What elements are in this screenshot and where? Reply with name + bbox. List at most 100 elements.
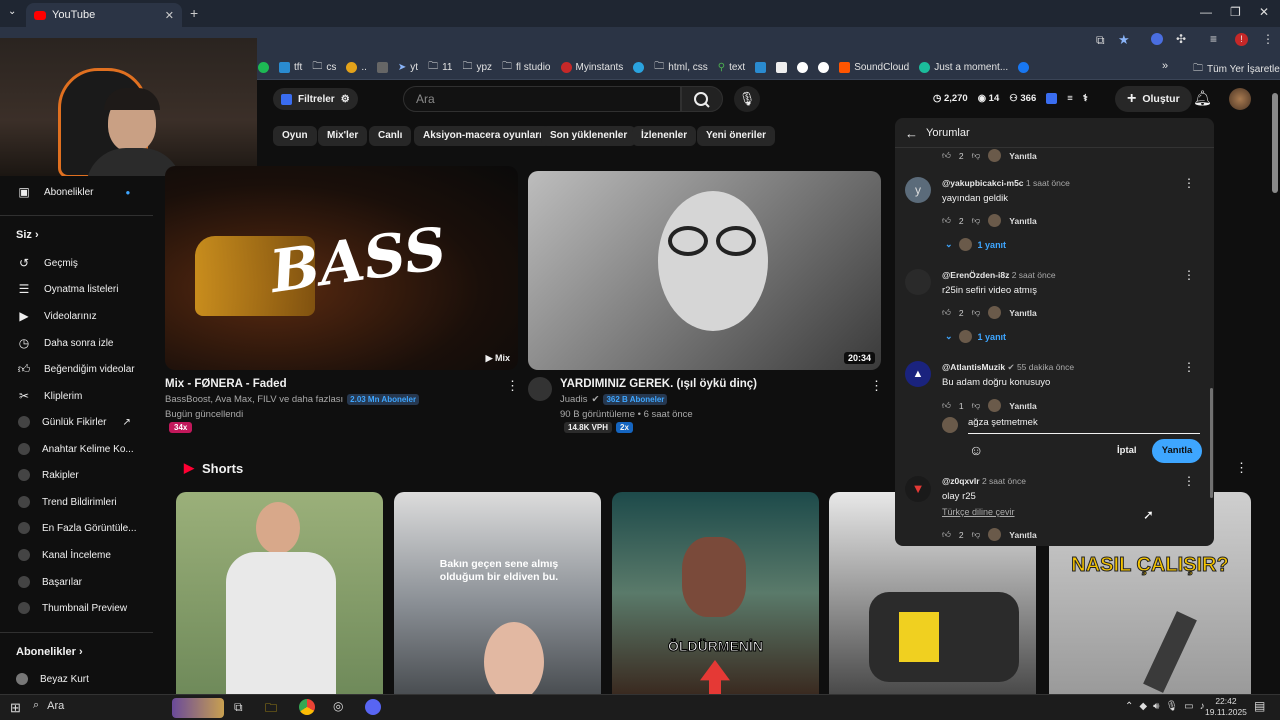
dislike-icon[interactable]: 👎︎	[972, 215, 981, 226]
bookmark-item[interactable]: ➤ yt	[398, 62, 418, 73]
extension-icon[interactable]	[1151, 33, 1163, 45]
show-replies[interactable]: ⌄ 1 yanıt	[945, 330, 1006, 343]
search-button[interactable]	[681, 86, 723, 112]
show-replies[interactable]: ⌄ 1 yanıt	[945, 238, 1006, 251]
chip-aksiyon[interactable]: Aksiyon-macera oyunları	[414, 126, 551, 146]
like-icon[interactable]: 👍︎	[942, 307, 951, 318]
notifications-bell-icon[interactable]: 🔔︎	[1193, 89, 1212, 107]
speaker-icon[interactable]: ♪	[1200, 701, 1205, 712]
chip-oyun[interactable]: Oyun	[273, 126, 317, 146]
reply-button[interactable]: Yanıtla	[1009, 151, 1036, 161]
comment-author[interactable]: @ErenÖzden-i8z 2 saat önce	[942, 270, 1056, 280]
sidebar-item-your-videos[interactable]: ▶ Videolarınız	[16, 309, 96, 323]
search-input[interactable]: Ara	[403, 86, 681, 112]
sidebar-ext-item[interactable]: Başarılar	[18, 576, 82, 588]
list-icon[interactable]: ≡	[1067, 93, 1073, 104]
reply-button[interactable]: Yanıtla	[1009, 308, 1036, 318]
sidebar-ext-item[interactable]: Thumbnail Preview	[18, 602, 127, 614]
clock[interactable]: 22:42 19.11.2025	[1205, 696, 1247, 718]
channel-name[interactable]: BassBoost, Ava Max, FILV ve daha fazlası	[165, 394, 343, 405]
subscription-channel[interactable]: Beyaz Kurt	[16, 673, 89, 685]
panel-scrollbar[interactable]	[1210, 388, 1213, 498]
network-icon[interactable]: ▭	[1184, 701, 1193, 712]
chip-mixler[interactable]: Mix'ler	[318, 126, 368, 146]
media-control-icon[interactable]: ≡	[1210, 32, 1217, 46]
comment-menu-icon[interactable]: ⋮	[1183, 474, 1195, 488]
bookmark-item[interactable]: ..	[346, 61, 367, 73]
like-icon[interactable]: 👍︎	[942, 529, 951, 540]
browser-tab[interactable]: YouTube ✕	[26, 3, 182, 27]
bookmark-item[interactable]	[755, 61, 767, 73]
profile-icon[interactable]: !	[1235, 33, 1248, 46]
bookmark-item[interactable]: Just a moment...	[919, 61, 1008, 73]
comment-menu-icon[interactable]: ⋮	[1183, 176, 1195, 190]
sidebar-item-history[interactable]: ↺ Geçmiş	[16, 256, 78, 270]
chrome-icon[interactable]	[299, 699, 315, 715]
chip-canli[interactable]: Canlı	[369, 126, 412, 146]
short-card[interactable]: Bakın geçen sene almış olduğum bir eldiv…	[394, 492, 601, 694]
new-tab-icon[interactable]: +	[190, 5, 198, 21]
dislike-icon[interactable]: 👎︎	[972, 307, 981, 318]
sidebar-item-subscriptions[interactable]: ▣ Abonelikler ●	[16, 185, 130, 199]
tray-app-icon[interactable]: ◆	[1139, 701, 1147, 712]
translate-link[interactable]: Türkçe diline çevir	[942, 507, 1015, 517]
tray-overflow-icon[interactable]: ⌃	[1125, 701, 1133, 712]
bookmark-item[interactable]: Myinstants	[560, 61, 623, 73]
video-thumbnail[interactable]: BASS ▶ Mix	[165, 166, 518, 370]
widgets-icon[interactable]	[172, 698, 224, 718]
channel-name[interactable]: Juadis	[560, 394, 587, 405]
sidebar-item-clips[interactable]: ✂ Kliplerim	[16, 389, 82, 403]
chip-yeni-oneriler[interactable]: Yeni öneriler	[697, 126, 776, 146]
window-close-icon[interactable]: ✕	[1259, 5, 1269, 19]
chip-izlenenler[interactable]: İzlenenler	[632, 126, 697, 146]
bookmark-item[interactable]: 🗀 cs	[312, 59, 336, 76]
page-scrollbar[interactable]	[1272, 93, 1278, 193]
channel-avatar[interactable]	[528, 377, 552, 401]
sidebar-item-liked[interactable]: 👍︎ Beğendiğim videolar	[16, 362, 135, 376]
comment-author[interactable]: @yakupbicakci-m5c 1 saat önce	[942, 178, 1070, 188]
discord-icon[interactable]	[365, 699, 381, 715]
notification-icon[interactable]: ▤	[1254, 699, 1265, 713]
you-section-header[interactable]: Siz ›	[16, 229, 39, 241]
comment-author[interactable]: @z0qxvlr 2 saat önce	[942, 476, 1026, 486]
task-view-icon[interactable]: ⧉	[234, 700, 243, 715]
taskbar-search[interactable]: ⌕ Ara	[33, 699, 64, 712]
tab-close-icon[interactable]: ✕	[165, 9, 174, 22]
volume-icon[interactable]: 🔊︎	[1153, 701, 1159, 712]
sidebar-ext-item[interactable]: Günlük Fikirler ↗	[18, 416, 131, 428]
more-options-icon[interactable]: ⋮	[506, 378, 519, 394]
dislike-icon[interactable]: 👎︎	[972, 529, 981, 540]
bookmark-item[interactable]: ⚲ text	[718, 62, 745, 73]
filters-button[interactable]: Filtreler ⚙	[273, 88, 358, 110]
voice-search-button[interactable]: 🎙	[734, 86, 760, 112]
video-title[interactable]: Mix - FØNERA - Faded	[165, 378, 287, 390]
reply-button[interactable]: Yanıtla	[1009, 216, 1036, 226]
shorts-more-icon[interactable]: ⋮	[1235, 460, 1248, 476]
short-card[interactable]: ÖLDÜRMENİN	[612, 492, 819, 694]
like-icon[interactable]: 👍︎	[942, 215, 951, 226]
tab-list-icon[interactable]: ⌄	[8, 6, 16, 17]
commenter-avatar[interactable]: ▲	[905, 361, 931, 387]
bookmark-item[interactable]: SoundCloud	[839, 61, 909, 73]
bookmark-item[interactable]	[376, 61, 388, 73]
reply-button[interactable]: Yanıtla	[1009, 530, 1036, 540]
comment-menu-icon[interactable]: ⋮	[1183, 360, 1195, 374]
file-explorer-icon[interactable]: 🗀	[265, 699, 277, 720]
comment-author[interactable]: @AtlantisMuzik ✔ 55 dakika önce	[942, 362, 1074, 373]
reply-button[interactable]: Yanıtla	[1009, 401, 1036, 411]
subscriptions-section-header[interactable]: Abonelikler ›	[16, 646, 83, 658]
reply-input[interactable]: ağza şetmetmek	[968, 416, 1200, 434]
bookmarks-overflow-icon[interactable]: »	[1162, 60, 1168, 72]
short-card[interactable]	[176, 492, 383, 694]
comment-menu-icon[interactable]: ⋮	[1183, 268, 1195, 282]
bookmark-item[interactable]	[258, 61, 269, 73]
dislike-icon[interactable]: 👎︎	[972, 150, 981, 161]
commenter-avatar[interactable]	[905, 269, 931, 295]
bookmark-item[interactable]: 🗀 11	[428, 59, 452, 76]
more-options-icon[interactable]: ⋮	[870, 378, 883, 394]
video-thumbnail[interactable]: 20:34	[528, 171, 881, 370]
back-arrow-icon[interactable]: ←	[905, 126, 918, 141]
sidebar-ext-item[interactable]: Kanal İnceleme	[18, 549, 111, 561]
emoji-icon[interactable]: ☺	[969, 442, 983, 458]
dislike-icon[interactable]: 👎︎	[972, 400, 981, 411]
